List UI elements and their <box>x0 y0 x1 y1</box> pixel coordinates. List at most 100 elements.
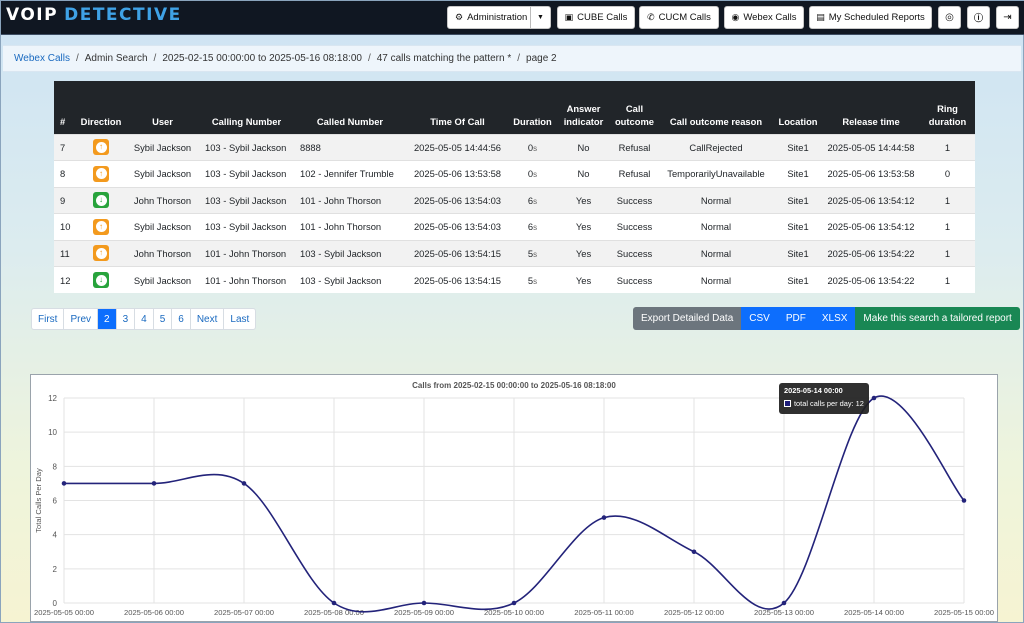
page-button[interactable]: 3 <box>117 309 136 329</box>
x-tick-label: 2025-05-11 00:00 <box>574 608 633 617</box>
cell-calling-number: 103 - Sybil Jackson <box>199 213 294 240</box>
table-row[interactable]: 9 ↓ John Thorson 103 - Sybil Jackson 101 - J… <box>54 186 975 214</box>
x-tick-label: 2025-05-15 00:00 <box>934 608 994 617</box>
cell-user: Sybil Jackson <box>126 160 199 187</box>
col-header-user[interactable]: User <box>126 81 199 134</box>
webex-icon: ◉ <box>731 12 740 22</box>
table-row[interactable]: 11 ↑ John Thorson 101 - John Thorson 103 - S… <box>54 239 975 267</box>
tailored-report-button[interactable]: Make this search a tailored report <box>855 307 1020 330</box>
cell-direction: ↑ <box>76 160 126 187</box>
col-header-ring-duration[interactable]: Ring duration <box>920 81 975 134</box>
cube-calls-label: CUBE Calls <box>577 12 628 23</box>
user-profile-button[interactable]: ◎ <box>938 6 961 29</box>
y-tick-label: 4 <box>53 531 58 540</box>
scheduled-reports-button[interactable]: ▤ My Scheduled Reports <box>809 6 932 29</box>
data-point <box>61 481 67 486</box>
cell-call-outcome: Success <box>611 266 658 293</box>
col-header-call-outcome[interactable]: Call outcome <box>611 81 658 134</box>
breadcrumb-page: page 2 <box>526 53 557 64</box>
cucm-calls-button[interactable]: ✆ CUCM Calls <box>639 6 719 29</box>
cell-call-outcome: Success <box>611 186 658 214</box>
col-header-answer-indicator[interactable]: Answer indicator <box>556 81 611 134</box>
cell-user: Sybil Jackson <box>126 133 199 161</box>
cell-answer-indicator: No <box>556 133 611 161</box>
col-header-duration[interactable]: Duration <box>509 81 556 134</box>
cell-call-outcome: Refusal <box>611 133 658 161</box>
export-toolbar: Export Detailed Data CSV PDF XLSX Make t… <box>633 307 1020 330</box>
cell-call-outcome: Refusal <box>611 160 658 187</box>
page-prev-button[interactable]: Prev <box>64 309 99 329</box>
administration-dropdown[interactable]: ⚙ Administration ▼ <box>447 6 551 29</box>
app-logo[interactable]: VOIP DETECTIVE <box>6 5 182 25</box>
outgoing-call-arrow-icon: ↑ <box>93 165 109 182</box>
breadcrumb-webex-calls[interactable]: Webex Calls <box>14 53 70 64</box>
cell-ring-duration: 1 <box>920 213 975 240</box>
cell-number: 10 <box>54 213 76 240</box>
breadcrumb: Webex Calls / Admin Search / 2025-02-15 … <box>3 45 1021 72</box>
table-header-row: # Direction User Calling Number Called N… <box>54 81 975 134</box>
cube-icon: ▣ <box>564 12 574 22</box>
x-tick-label: 2025-05-06 00:00 <box>124 608 184 617</box>
col-header-calling-number[interactable]: Calling Number <box>199 81 294 134</box>
x-tick-label: 2025-05-14 00:00 <box>844 608 904 617</box>
col-header-release-time[interactable]: Release time <box>822 81 920 134</box>
col-header-number[interactable]: # <box>54 81 76 134</box>
cube-calls-button[interactable]: ▣ CUBE Calls <box>557 6 635 29</box>
cell-calling-number: 101 - John Thorson <box>199 239 294 267</box>
x-tick-label: 2025-05-12 00:00 <box>664 608 724 617</box>
page-button[interactable]: 6 <box>172 309 191 329</box>
breadcrumb-separator: / <box>367 53 371 64</box>
cell-calling-number: 103 - Sybil Jackson <box>199 160 294 187</box>
cell-ring-duration: 1 <box>920 239 975 267</box>
export-xlsx-button[interactable]: XLSX <box>813 307 856 330</box>
col-header-location[interactable]: Location <box>774 81 822 134</box>
webex-calls-button[interactable]: ◉ Webex Calls <box>724 6 804 29</box>
logout-button[interactable]: ⇥ <box>996 6 1019 29</box>
col-header-direction[interactable]: Direction <box>76 81 126 134</box>
cell-release-time: 2025-05-05 14:44:58 <box>822 133 920 161</box>
document-icon: ▤ <box>816 12 825 22</box>
page-button[interactable]: 5 <box>154 309 173 329</box>
cell-calling-number: 103 - Sybil Jackson <box>199 186 294 214</box>
scheduled-reports-label: My Scheduled Reports <box>828 12 925 23</box>
breadcrumb-separator: / <box>75 53 79 64</box>
cell-user: Sybil Jackson <box>126 266 199 293</box>
chart-title: Calls from 2025-02-15 00:00:00 to 2025-0… <box>412 381 616 390</box>
cell-time-of-call: 2025-05-06 13:54:03 <box>406 213 509 240</box>
phone-icon: ✆ <box>647 12 655 22</box>
data-point <box>961 498 967 503</box>
cell-number: 9 <box>54 186 76 214</box>
y-tick-label: 8 <box>53 462 58 471</box>
cell-location: Site1 <box>774 133 822 161</box>
col-header-called-number[interactable]: Called Number <box>294 81 406 134</box>
page-next-button[interactable]: Next <box>191 309 225 329</box>
page-button-current[interactable]: 2 <box>98 309 117 329</box>
cell-duration: 0s <box>509 160 556 187</box>
chevron-down-icon[interactable]: ▼ <box>530 7 550 28</box>
page-first-button[interactable]: First <box>32 309 65 329</box>
table-row[interactable]: 12 ↓ Sybil Jackson 101 - John Thorson 103 - … <box>54 266 975 293</box>
col-header-call-outcome-reason[interactable]: Call outcome reason <box>658 81 774 134</box>
cell-time-of-call: 2025-05-05 14:44:56 <box>406 133 509 161</box>
export-detailed-data-button[interactable]: Export Detailed Data <box>633 307 742 330</box>
cell-duration: 5s <box>509 266 556 293</box>
help-button[interactable]: ⓘ <box>967 6 990 29</box>
export-csv-button[interactable]: CSV <box>741 307 778 330</box>
data-point <box>871 395 877 401</box>
page-button[interactable]: 4 <box>135 309 154 329</box>
col-header-time-of-call[interactable]: Time Of Call <box>406 81 509 134</box>
page-last-button[interactable]: Last <box>224 309 255 329</box>
export-pdf-button[interactable]: PDF <box>777 307 814 330</box>
cell-called-number: 8888 <box>294 133 406 161</box>
table-row[interactable]: 7 ↑ Sybil Jackson 103 - Sybil Jackson 8888 20… <box>54 133 975 161</box>
table-row[interactable]: 8 ↑ Sybil Jackson 103 - Sybil Jackson 102 - … <box>54 160 975 187</box>
cell-time-of-call: 2025-05-06 13:54:15 <box>406 239 509 267</box>
cell-calling-number: 101 - John Thorson <box>199 266 294 293</box>
cell-location: Site1 <box>774 213 822 240</box>
table-row[interactable]: 10 ↑ Sybil Jackson 103 - Sybil Jackson 101 -… <box>54 213 975 240</box>
cell-answer-indicator: Yes <box>556 213 611 240</box>
logout-icon: ⇥ <box>1003 12 1012 23</box>
breadcrumb-separator: / <box>517 53 521 64</box>
cell-ring-duration: 1 <box>920 186 975 214</box>
incoming-call-arrow-icon: ↓ <box>93 192 109 209</box>
